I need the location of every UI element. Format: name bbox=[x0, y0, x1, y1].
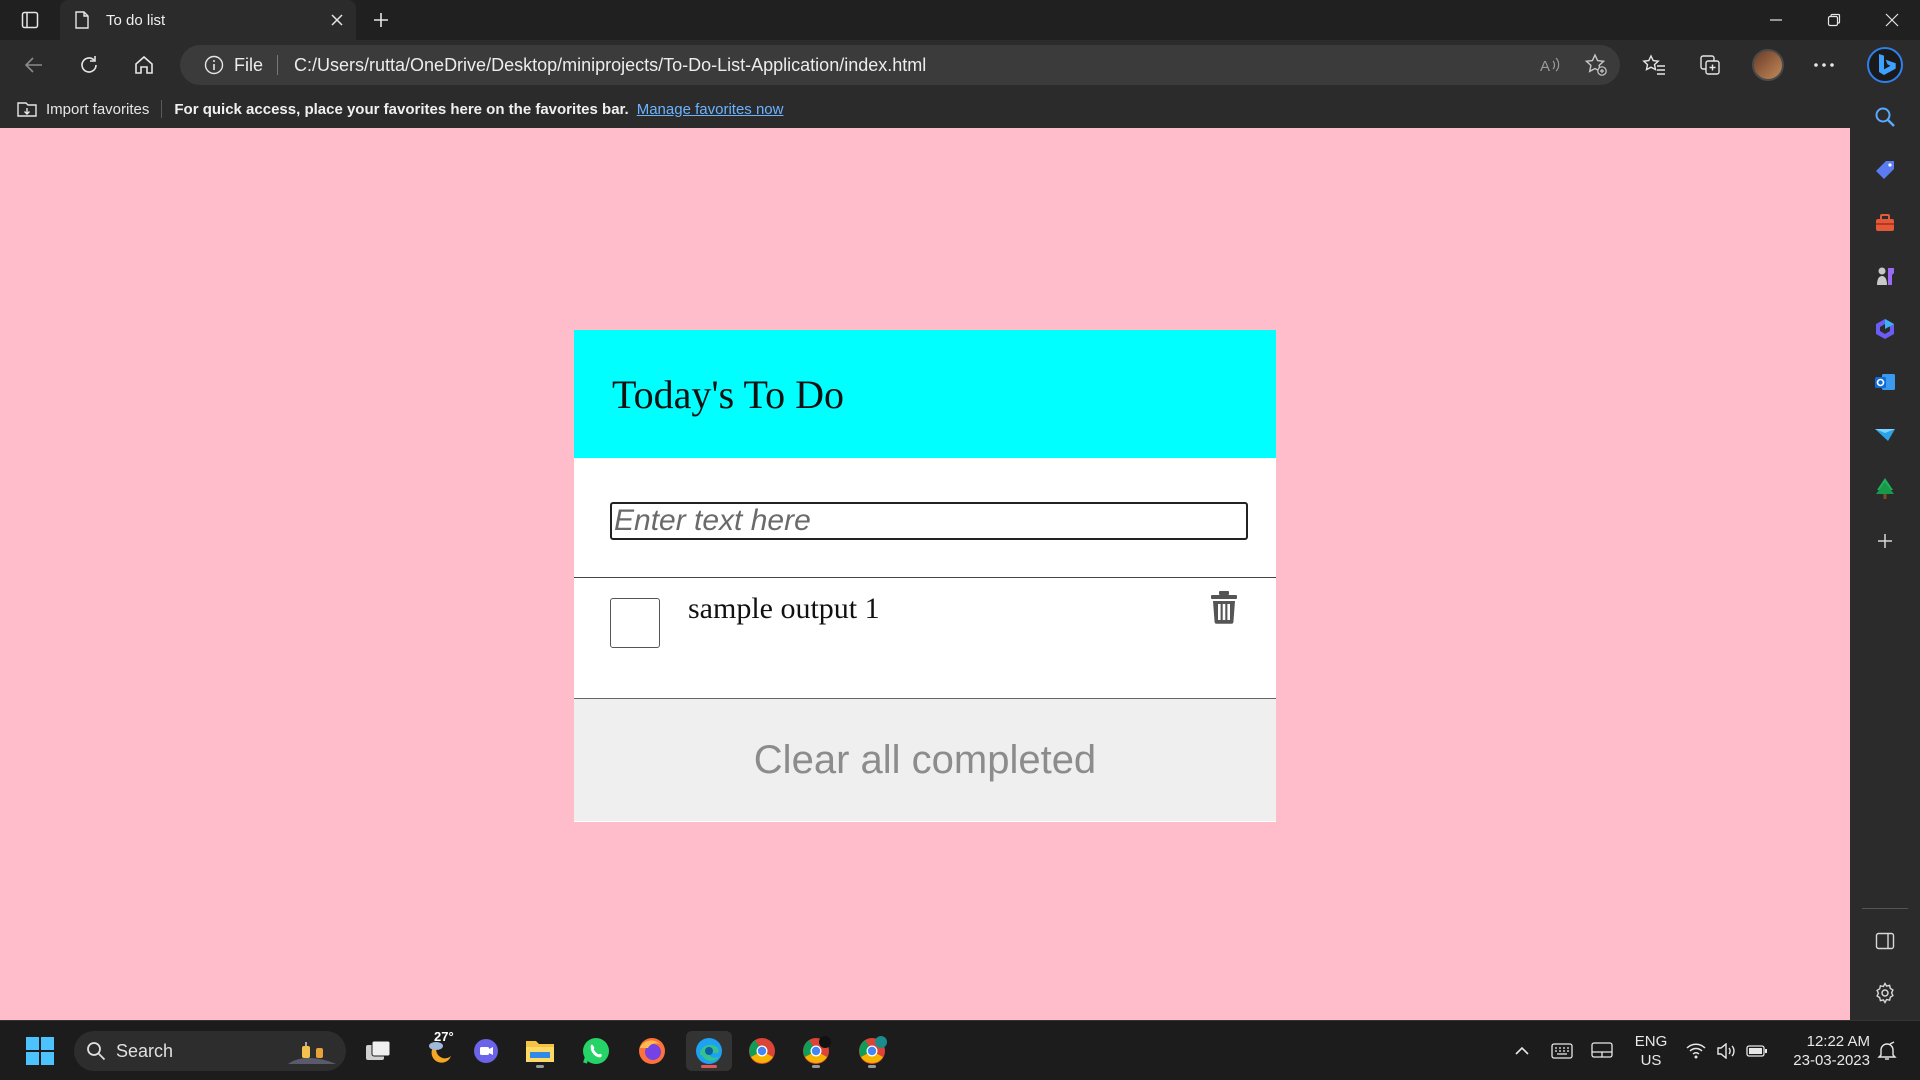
outlook-icon[interactable] bbox=[1866, 363, 1904, 401]
collections-icon[interactable] bbox=[1692, 47, 1728, 83]
sidebar-toggle-icon[interactable] bbox=[1866, 922, 1904, 960]
keyboard-icon[interactable] bbox=[1548, 1031, 1576, 1071]
shopping-tag-icon[interactable] bbox=[1866, 151, 1904, 189]
todo-item: sample output 1 bbox=[574, 578, 1276, 699]
todo-item-text: sample output 1 bbox=[688, 592, 880, 625]
settings-icon[interactable] bbox=[1866, 974, 1904, 1012]
url-text[interactable]: C:/Users/rutta/OneDrive/Desktop/miniproj… bbox=[294, 55, 926, 76]
weather-widget[interactable]: 27° bbox=[412, 1029, 468, 1071]
address-bar[interactable]: File C:/Users/rutta/OneDrive/Desktop/min… bbox=[180, 45, 1620, 85]
restore-icon[interactable] bbox=[1806, 0, 1862, 40]
tools-icon[interactable] bbox=[1866, 204, 1904, 242]
add-favorite-icon[interactable] bbox=[1578, 47, 1614, 83]
manage-favorites-link[interactable]: Manage favorites now bbox=[637, 101, 784, 118]
edge-sidebar bbox=[1850, 90, 1920, 1020]
display-icon[interactable] bbox=[1588, 1031, 1616, 1071]
clock-time: 12:22 AM bbox=[1806, 1033, 1870, 1050]
region-code: US bbox=[1640, 1052, 1662, 1069]
battery-icon[interactable] bbox=[1744, 1031, 1770, 1071]
tab-todo-list[interactable]: To do list bbox=[60, 0, 356, 40]
taskbar: Search 27° ENG US 12:22 AM 23-03-2023 bbox=[0, 1020, 1920, 1080]
running-indicator bbox=[868, 1065, 876, 1068]
whatsapp-icon[interactable] bbox=[576, 1031, 616, 1071]
todo-input[interactable] bbox=[610, 502, 1248, 540]
active-indicator bbox=[701, 1065, 717, 1068]
import-favorites-button[interactable]: Import favorites bbox=[16, 99, 149, 119]
favorites-hint: For quick access, place your favorites h… bbox=[174, 100, 629, 118]
chrome-profile-d-icon[interactable] bbox=[852, 1031, 892, 1071]
tree-icon[interactable] bbox=[1866, 469, 1904, 507]
running-indicator bbox=[536, 1065, 544, 1068]
chrome-profile-icon[interactable] bbox=[796, 1031, 836, 1071]
firefox-icon[interactable] bbox=[632, 1031, 672, 1071]
read-aloud-icon[interactable]: A bbox=[1532, 47, 1568, 83]
close-window-icon[interactable] bbox=[1864, 0, 1920, 40]
tab-title: To do list bbox=[106, 11, 166, 29]
bing-copilot-icon[interactable] bbox=[1864, 44, 1906, 86]
system-clock[interactable]: 12:22 AM 23-03-2023 bbox=[1778, 1032, 1870, 1070]
meet-icon[interactable] bbox=[466, 1031, 506, 1071]
favorites-bar: Import favorites For quick access, place… bbox=[0, 90, 1850, 128]
more-options-icon[interactable] bbox=[1806, 47, 1842, 83]
tab-actions-icon[interactable] bbox=[12, 8, 48, 32]
search-icon[interactable] bbox=[1866, 98, 1904, 136]
refresh-icon[interactable] bbox=[71, 47, 107, 83]
import-icon bbox=[17, 102, 37, 117]
input-section bbox=[574, 458, 1276, 578]
todo-checkbox[interactable] bbox=[610, 598, 660, 648]
add-icon[interactable] bbox=[1866, 522, 1904, 560]
home-icon[interactable] bbox=[126, 47, 162, 83]
favorites-icon[interactable] bbox=[1636, 47, 1672, 83]
protocol-label: File bbox=[234, 54, 264, 75]
tab-strip: To do list bbox=[0, 0, 1920, 40]
volume-icon[interactable] bbox=[1714, 1031, 1738, 1071]
running-indicator bbox=[812, 1065, 820, 1068]
page-title: Today's To Do bbox=[612, 371, 844, 417]
taskbar-search-label: Search bbox=[116, 1040, 174, 1061]
todo-header: Today's To Do bbox=[574, 330, 1276, 458]
clear-completed-button[interactable]: Clear all completed bbox=[574, 699, 1276, 821]
weather-temp: 27° bbox=[434, 1029, 454, 1044]
wifi-icon[interactable] bbox=[1684, 1031, 1708, 1071]
games-icon[interactable] bbox=[1866, 257, 1904, 295]
edge-icon[interactable] bbox=[686, 1031, 732, 1071]
page-viewport: Today's To Do sample output 1 Clear all … bbox=[0, 128, 1850, 1020]
favorites-divider bbox=[161, 100, 163, 118]
svg-text:A: A bbox=[1540, 58, 1550, 75]
clock-date: 23-03-2023 bbox=[1793, 1052, 1870, 1069]
back-icon[interactable] bbox=[16, 47, 52, 83]
info-icon[interactable] bbox=[204, 55, 224, 75]
language-code: ENG bbox=[1634, 1033, 1668, 1050]
minimize-icon[interactable] bbox=[1748, 0, 1804, 40]
taskbar-search[interactable]: Search bbox=[74, 1031, 346, 1071]
import-favorites-label: Import favorites bbox=[46, 100, 150, 118]
lanterns-icon bbox=[288, 1042, 336, 1064]
telegram-icon[interactable] bbox=[1866, 416, 1904, 454]
office-icon[interactable] bbox=[1866, 310, 1904, 348]
browser-toolbar: File C:/Users/rutta/OneDrive/Desktop/min… bbox=[0, 40, 1920, 90]
chevron-up-icon[interactable] bbox=[1510, 1031, 1534, 1071]
profile-avatar[interactable] bbox=[1752, 49, 1784, 81]
new-tab-icon[interactable] bbox=[366, 6, 396, 34]
notifications-icon[interactable] bbox=[1874, 1031, 1900, 1071]
close-tab-icon[interactable] bbox=[322, 5, 352, 35]
chrome-icon[interactable] bbox=[742, 1031, 782, 1071]
address-divider bbox=[277, 55, 279, 75]
sidebar-divider bbox=[1862, 908, 1908, 909]
windows-start-icon[interactable] bbox=[20, 1031, 60, 1071]
file-explorer-icon[interactable] bbox=[520, 1031, 560, 1071]
search-icon bbox=[87, 1042, 106, 1061]
task-view-icon[interactable] bbox=[358, 1031, 398, 1071]
language-indicator[interactable]: ENG US bbox=[1628, 1032, 1674, 1070]
todo-card: Today's To Do sample output 1 Clear all … bbox=[574, 330, 1276, 822]
page-icon bbox=[74, 11, 92, 29]
trash-icon[interactable] bbox=[1210, 590, 1238, 624]
